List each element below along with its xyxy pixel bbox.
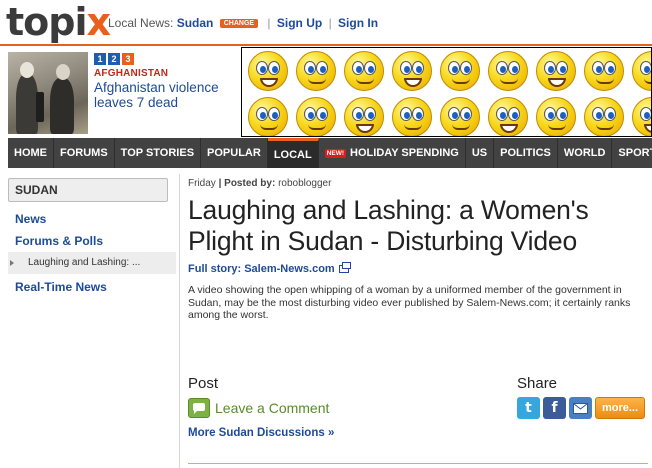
smiley-face-icon bbox=[584, 97, 624, 136]
article-title: Laughing and Lashing: a Women's Plight i… bbox=[188, 195, 589, 256]
full-story-label: Full story: Salem-News.com bbox=[188, 263, 335, 275]
bottom-divider bbox=[188, 463, 648, 468]
leave-comment-button[interactable]: Leave a Comment bbox=[188, 398, 329, 418]
sidebar-item-forums-polls[interactable]: Forums & Polls bbox=[8, 230, 176, 252]
smiley-face-icon bbox=[392, 97, 432, 136]
main-nav: HOME FORUMS TOP STORIES POPULAR LOCAL NE… bbox=[8, 138, 652, 168]
smiley-face-icon bbox=[392, 51, 432, 91]
more-share-button[interactable]: more... bbox=[595, 397, 645, 419]
article-summary: A video showing the open whipping of a w… bbox=[188, 284, 631, 321]
featured-story: 1 2 3 AFGHANISTAN Afghanistan violence l… bbox=[8, 52, 238, 134]
pager-1-button[interactable]: 1 bbox=[94, 53, 106, 65]
smiley-face-icon bbox=[632, 51, 651, 91]
header-links: Local News: Sudan CHANGE | Sign Up | Sig… bbox=[108, 16, 378, 30]
smiley-face-icon bbox=[584, 51, 624, 91]
sign-in-link[interactable]: Sign In bbox=[338, 16, 378, 30]
twitter-share-icon[interactable]: t bbox=[517, 397, 540, 419]
nav-sports[interactable]: SPORTS bbox=[612, 138, 652, 168]
topix-logo[interactable]: topix bbox=[6, 2, 111, 42]
article-meta: Friday | Posted by: roboblogger bbox=[188, 178, 332, 189]
nav-top-stories[interactable]: TOP STORIES bbox=[115, 138, 202, 168]
facebook-share-icon[interactable]: f bbox=[543, 397, 566, 419]
smiley-face-icon bbox=[248, 97, 288, 136]
smiley-face-icon bbox=[440, 51, 480, 91]
sidebar-heading: SUDAN bbox=[8, 178, 168, 202]
featured-title-link[interactable]: Afghanistan violence leaves 7 dead bbox=[94, 80, 238, 110]
sidebar-item-news[interactable]: News bbox=[8, 208, 176, 230]
nav-us[interactable]: US bbox=[466, 138, 495, 168]
post-heading: Post bbox=[188, 375, 219, 392]
featured-photo[interactable] bbox=[8, 52, 88, 134]
smiley-face-icon bbox=[632, 97, 651, 136]
share-buttons: t f more... bbox=[517, 397, 645, 419]
article: Friday | Posted by: roboblogger Laughing… bbox=[188, 178, 644, 322]
smiley-face-icon bbox=[344, 51, 384, 91]
local-news-label: Local News: bbox=[108, 16, 174, 30]
smiley-face-icon bbox=[488, 97, 528, 136]
email-share-icon[interactable] bbox=[569, 397, 592, 419]
external-window-icon bbox=[338, 262, 351, 273]
smiley-face-icon bbox=[536, 51, 576, 91]
sidebar-item-realtime-news[interactable]: Real-Time News bbox=[8, 276, 176, 298]
smiley-face-icon bbox=[296, 97, 336, 136]
nav-local[interactable]: LOCAL bbox=[267, 138, 319, 168]
site-header: topix Local News: Sudan CHANGE | Sign Up… bbox=[0, 0, 652, 46]
nav-world[interactable]: WORLD bbox=[558, 138, 613, 168]
change-city-button[interactable]: CHANGE bbox=[219, 19, 259, 28]
smiley-face-icon bbox=[296, 51, 336, 91]
nav-home[interactable]: HOME bbox=[8, 138, 54, 168]
nav-holiday-spending[interactable]: NEW! HOLIDAY SPENDING bbox=[319, 138, 466, 168]
header-divider bbox=[0, 44, 652, 46]
leave-comment-label: Leave a Comment bbox=[215, 400, 330, 416]
smiley-face-icon bbox=[536, 97, 576, 136]
header-separator: | bbox=[267, 16, 271, 30]
sidebar: SUDAN News Forums & Polls Laughing and L… bbox=[8, 174, 176, 468]
header-separator-2: | bbox=[328, 16, 332, 30]
more-discussions-link[interactable]: More Sudan Discussions » bbox=[188, 427, 334, 439]
article-day: Friday bbox=[188, 178, 216, 189]
current-city[interactable]: Sudan bbox=[177, 16, 214, 30]
sidebar-item-current-story[interactable]: Laughing and Lashing: ... bbox=[8, 252, 176, 274]
smiley-face-icon bbox=[488, 51, 528, 91]
column-divider bbox=[179, 174, 180, 468]
featured-pager: 1 2 3 bbox=[94, 53, 134, 65]
smiley-face-icon bbox=[440, 97, 480, 136]
nav-forums[interactable]: FORUMS bbox=[54, 138, 115, 168]
sign-up-link[interactable]: Sign Up bbox=[277, 16, 322, 30]
featured-category[interactable]: AFGHANISTAN bbox=[94, 68, 168, 79]
pager-3-button[interactable]: 3 bbox=[122, 53, 134, 65]
full-story-link[interactable]: Full story: Salem-News.com bbox=[188, 262, 644, 275]
posted-by-label: Posted by: bbox=[224, 178, 276, 189]
pager-2-button[interactable]: 2 bbox=[108, 53, 120, 65]
smiley-face-icon bbox=[248, 51, 288, 91]
nav-holiday-spending-label: HOLIDAY SPENDING bbox=[350, 147, 459, 159]
share-heading: Share bbox=[517, 375, 558, 392]
comment-bubble-icon bbox=[188, 398, 210, 418]
smiley-ad-banner[interactable] bbox=[241, 47, 652, 137]
new-badge: NEW! bbox=[324, 148, 347, 158]
article-author: roboblogger bbox=[278, 178, 332, 189]
nav-popular[interactable]: POPULAR bbox=[201, 138, 268, 168]
nav-politics[interactable]: POLITICS bbox=[494, 138, 558, 168]
smiley-face-icon bbox=[344, 97, 384, 136]
